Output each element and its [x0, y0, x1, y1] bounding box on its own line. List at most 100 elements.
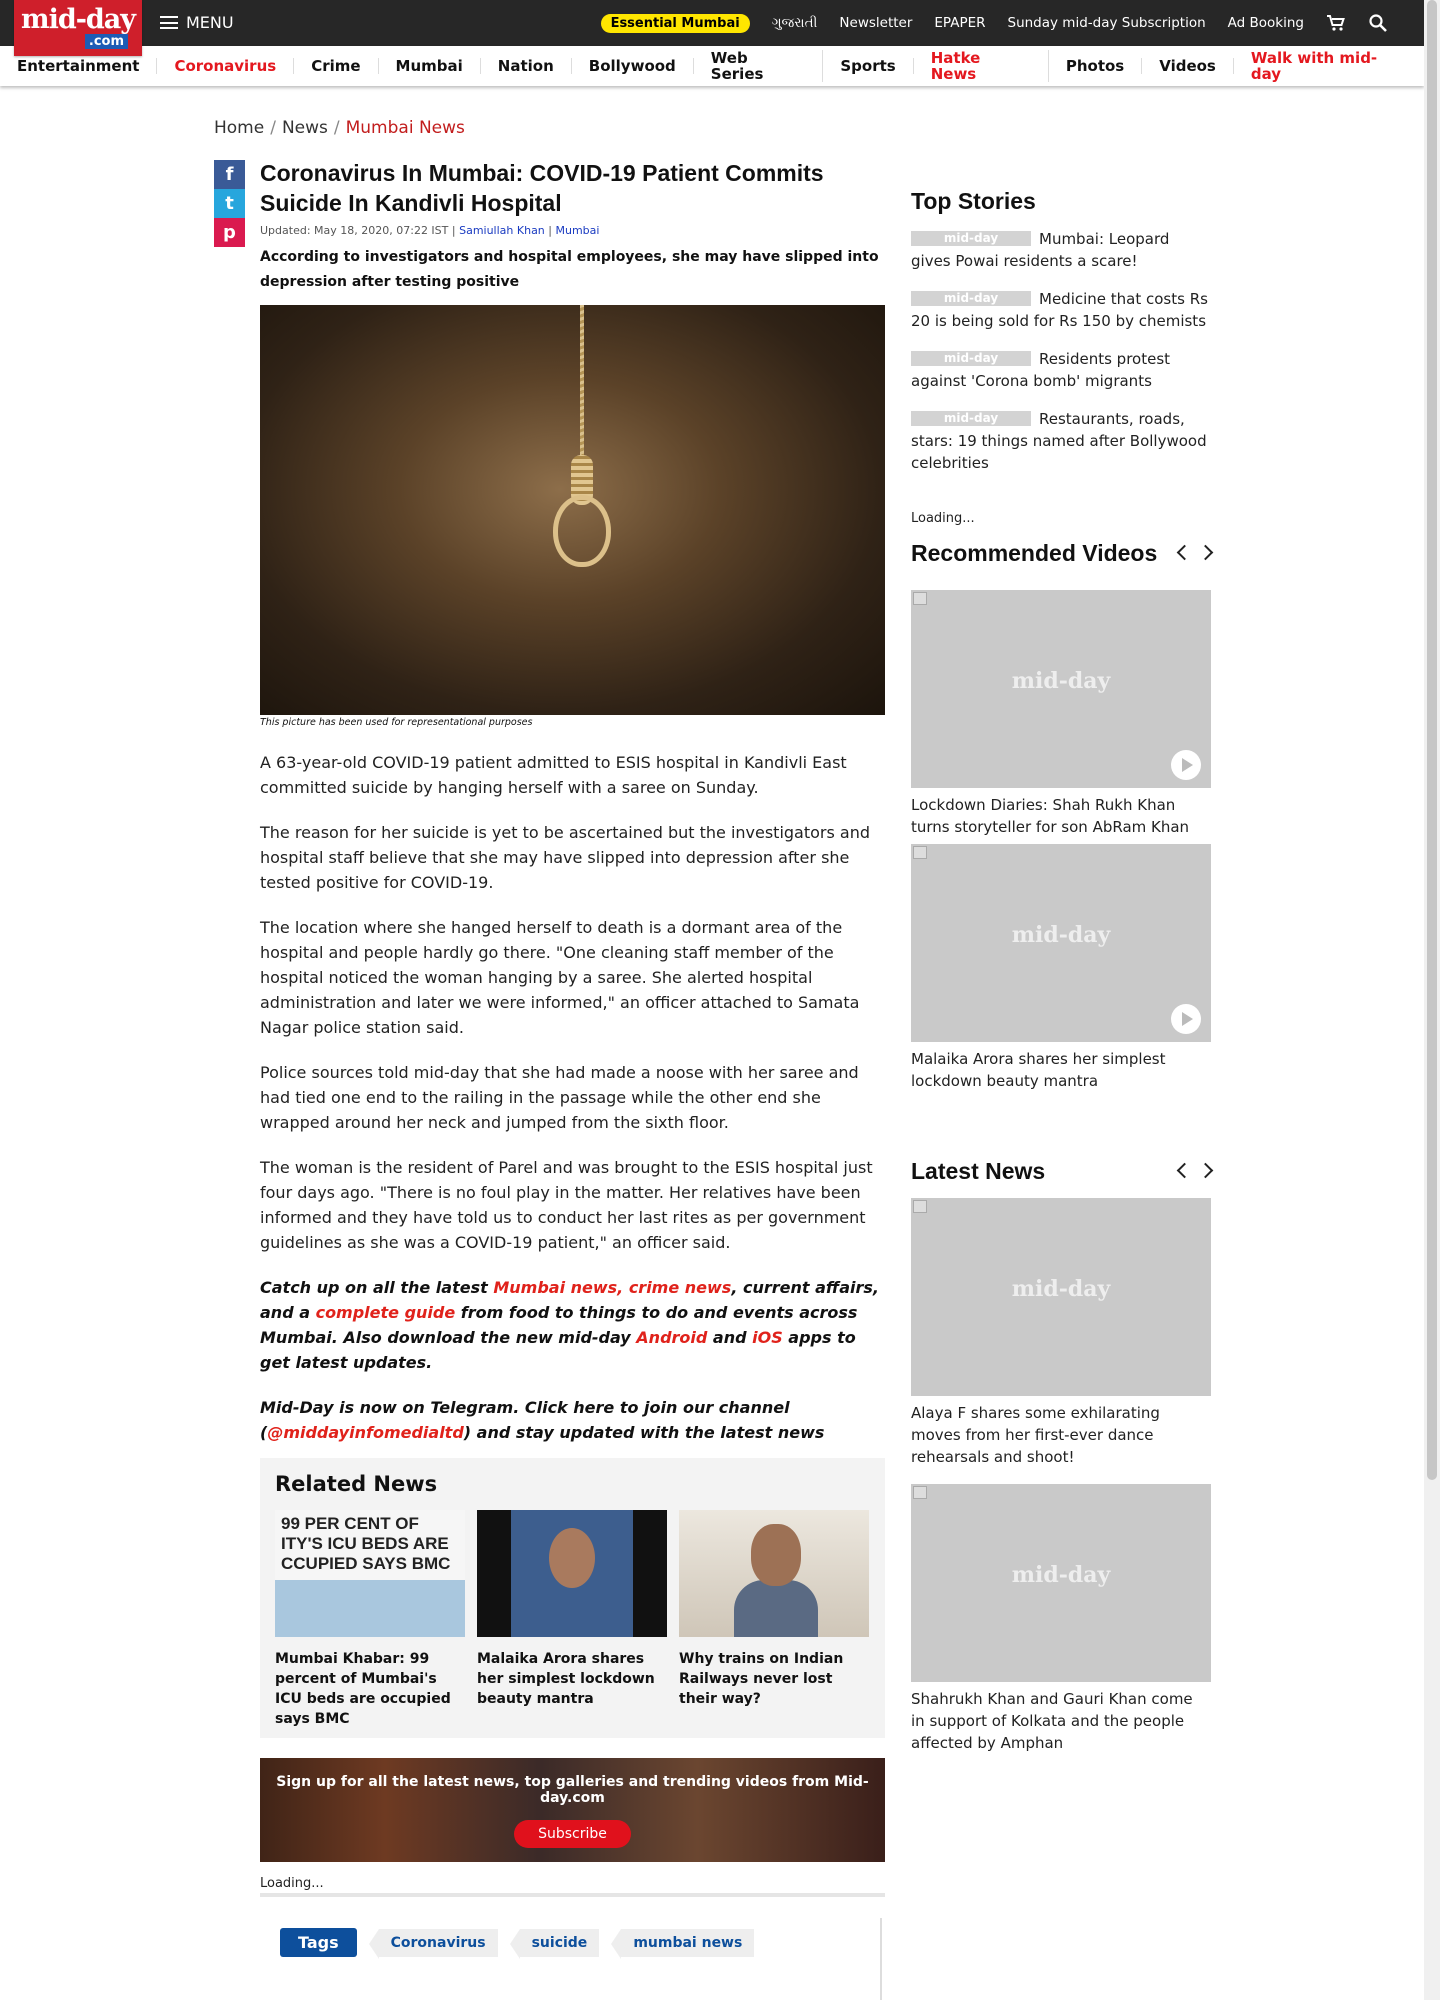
article-paragraph: The location where she hanged herself to… — [260, 918, 860, 1037]
rope-shape — [580, 305, 584, 475]
related-item[interactable]: 99 PER CENT OF ITY'S ICU BEDS ARE CCUPIE… — [275, 1510, 465, 1729]
telegram-paragraph: Mid-Day is now on Telegram. Click here t… — [260, 1395, 885, 1445]
cart-icon[interactable] — [1326, 13, 1346, 33]
tag-mumbai-news[interactable]: mumbai news — [611, 1928, 755, 1959]
breadcrumb-mumbai-news[interactable]: Mumbai News — [346, 118, 465, 138]
top-story-item[interactable]: mid-day Restaurants, roads, stars: 19 thi… — [911, 408, 1211, 474]
nav-item-mumbai[interactable]: Mumbai — [379, 58, 481, 74]
nav-item-coronavirus[interactable]: Coronavirus — [157, 58, 295, 74]
category-nav: Entertainment Coronavirus Crime Mumbai N… — [0, 46, 1424, 86]
author-link[interactable]: Samiullah Khan — [459, 224, 545, 237]
divider — [880, 1918, 882, 2000]
breadcrumb-separator: / — [333, 118, 340, 138]
related-news-heading: Related News — [275, 1472, 438, 1496]
nav-item-web-series[interactable]: Web Series — [694, 50, 824, 82]
article-body: A 63-year-old COVID-19 patient admitted … — [260, 750, 885, 1445]
scrollbar-thumb[interactable] — [1427, 0, 1437, 1480]
subscription-link[interactable]: Sunday mid-day Subscription — [1008, 15, 1206, 31]
nav-item-crime[interactable]: Crime — [294, 58, 379, 74]
tag-coronavirus[interactable]: Coronavirus — [368, 1928, 498, 1959]
related-title[interactable]: Mumbai Khabar: 99 percent of Mumbai's IC… — [275, 1649, 465, 1729]
telegram-link[interactable]: @middayinfomedialtd — [267, 1423, 463, 1442]
breadcrumb-home[interactable]: Home — [214, 118, 264, 138]
recommended-arrows — [1176, 544, 1214, 561]
nav-item-nation[interactable]: Nation — [481, 58, 572, 74]
placeholder-icon — [913, 1200, 927, 1213]
news-title[interactable]: Shahrukh Khan and Gauri Khan come in sup… — [911, 1688, 1211, 1754]
nav-item-sports[interactable]: Sports — [823, 58, 914, 74]
recommended-videos-heading: Recommended Videos — [911, 540, 1158, 566]
ios-link[interactable]: iOS — [752, 1328, 783, 1347]
search-icon[interactable] — [1368, 13, 1388, 33]
complete-guide-link[interactable]: complete guide — [316, 1303, 456, 1322]
chevron-right-icon[interactable] — [1197, 1162, 1214, 1179]
related-item[interactable]: Malaika Arora shares her simplest lockdo… — [477, 1510, 667, 1729]
placeholder-logo: mid-day — [1011, 1562, 1111, 1588]
gujarati-link[interactable]: ગુજરાતી — [772, 15, 818, 31]
mid-day-logo[interactable]: mid-day .com — [14, 0, 142, 56]
chevron-left-icon[interactable] — [1176, 1162, 1193, 1179]
subscribe-button[interactable]: Subscribe — [514, 1820, 631, 1848]
news-card[interactable]: mid-day Shahrukh Khan and Gauri Khan com… — [911, 1484, 1211, 1754]
related-title[interactable]: Malaika Arora shares her simplest lockdo… — [477, 1649, 667, 1709]
ad-booking-link[interactable]: Ad Booking — [1228, 15, 1304, 31]
related-item[interactable]: Why trains on Indian Railways never lost… — [679, 1510, 869, 1729]
video-card[interactable]: mid-day Lockdown Diaries: Shah Rukh Khan… — [911, 590, 1211, 838]
video-thumbnail[interactable]: mid-day — [911, 590, 1211, 788]
news-thumbnail[interactable]: mid-day — [911, 1198, 1211, 1396]
nav-item-bollywood[interactable]: Bollywood — [572, 58, 694, 74]
pinterest-share-icon[interactable]: p — [214, 218, 245, 247]
promo-text: Catch up on all the latest — [260, 1278, 494, 1297]
story-thumbnail: mid-day — [911, 411, 1031, 426]
article-title: Coronavirus In Mumbai: COVID-19 Patient … — [260, 160, 824, 216]
video-thumbnail[interactable]: mid-day — [911, 844, 1211, 1042]
video-card[interactable]: mid-day Malaika Arora shares her simples… — [911, 844, 1211, 1092]
top-story-item[interactable]: mid-day Medicine that costs Rs 20 is bein… — [911, 288, 1211, 332]
top-stories-heading: Top Stories — [911, 188, 1036, 214]
related-title[interactable]: Why trains on Indian Railways never lost… — [679, 1649, 869, 1709]
latest-news-heading: Latest News — [911, 1158, 1046, 1184]
related-image — [679, 1510, 869, 1637]
promo-paragraph: Catch up on all the latest Mumbai news, … — [260, 1275, 885, 1375]
location-link[interactable]: Mumbai — [555, 224, 599, 237]
nav-item-photos[interactable]: Photos — [1049, 58, 1143, 74]
menu-button[interactable]: MENU — [160, 13, 234, 32]
nav-item-hatke-news[interactable]: Hatke News — [914, 50, 1049, 82]
news-thumbnail[interactable]: mid-day — [911, 1484, 1211, 1682]
latest-arrows — [1176, 1162, 1214, 1179]
play-icon[interactable] — [1171, 750, 1201, 780]
mumbai-news-link[interactable]: Mumbai news, crime news — [493, 1278, 731, 1297]
related-image-text: 99 PER CENT OF ITY'S ICU BEDS ARE CCUPIE… — [281, 1514, 451, 1573]
article-paragraph: A 63-year-old COVID-19 patient admitted … — [260, 753, 847, 797]
android-link[interactable]: Android — [636, 1328, 707, 1347]
story-thumbnail: mid-day — [911, 231, 1031, 246]
related-news: Related News 99 PER CENT OF ITY'S ICU BE… — [260, 1458, 885, 1738]
article-meta: Updated: May 18, 2020, 07:22 IST | Samiu… — [260, 224, 600, 237]
tag-suicide[interactable]: suicide — [509, 1928, 600, 1959]
top-links: Essential Mumbai ગુજરાતી Newsletter EPAP… — [600, 0, 1388, 46]
news-card[interactable]: mid-day Alaya F shares some exhilarating… — [911, 1198, 1211, 1468]
epaper-link[interactable]: EPAPER — [934, 15, 985, 31]
breadcrumb-news[interactable]: News — [282, 118, 328, 138]
nav-item-walk-with-mid-day[interactable]: Walk with mid-day — [1234, 50, 1424, 82]
twitter-share-icon[interactable]: t — [214, 189, 245, 218]
news-title[interactable]: Alaya F shares some exhilarating moves f… — [911, 1402, 1211, 1468]
top-bar: MENU Essential Mumbai ગુજરાતી Newsletter… — [0, 0, 1424, 46]
subscribe-text: Sign up for all the latest news, top gal… — [276, 1774, 869, 1806]
chevron-right-icon[interactable] — [1197, 544, 1214, 561]
top-story-item[interactable]: mid-day Residents protest against 'Corona… — [911, 348, 1211, 392]
chevron-left-icon[interactable] — [1176, 544, 1193, 561]
top-story-item[interactable]: mid-day Mumbai: Leopard gives Powai resid… — [911, 228, 1211, 272]
video-title[interactable]: Lockdown Diaries: Shah Rukh Khan turns s… — [911, 794, 1211, 838]
nav-item-entertainment[interactable]: Entertainment — [0, 58, 158, 74]
essential-mumbai-link[interactable]: Essential Mumbai — [600, 13, 750, 33]
play-icon[interactable] — [1171, 1004, 1201, 1034]
facebook-share-icon[interactable]: f — [214, 160, 245, 189]
hero-image — [260, 305, 885, 715]
share-bar: f t p — [214, 160, 245, 247]
nav-item-videos[interactable]: Videos — [1142, 58, 1234, 74]
newsletter-link[interactable]: Newsletter — [839, 15, 912, 31]
loading-text: Loading... — [260, 1876, 324, 1891]
video-title[interactable]: Malaika Arora shares her simplest lockdo… — [911, 1048, 1211, 1092]
breadcrumb: Home / News / Mumbai News — [214, 118, 465, 138]
